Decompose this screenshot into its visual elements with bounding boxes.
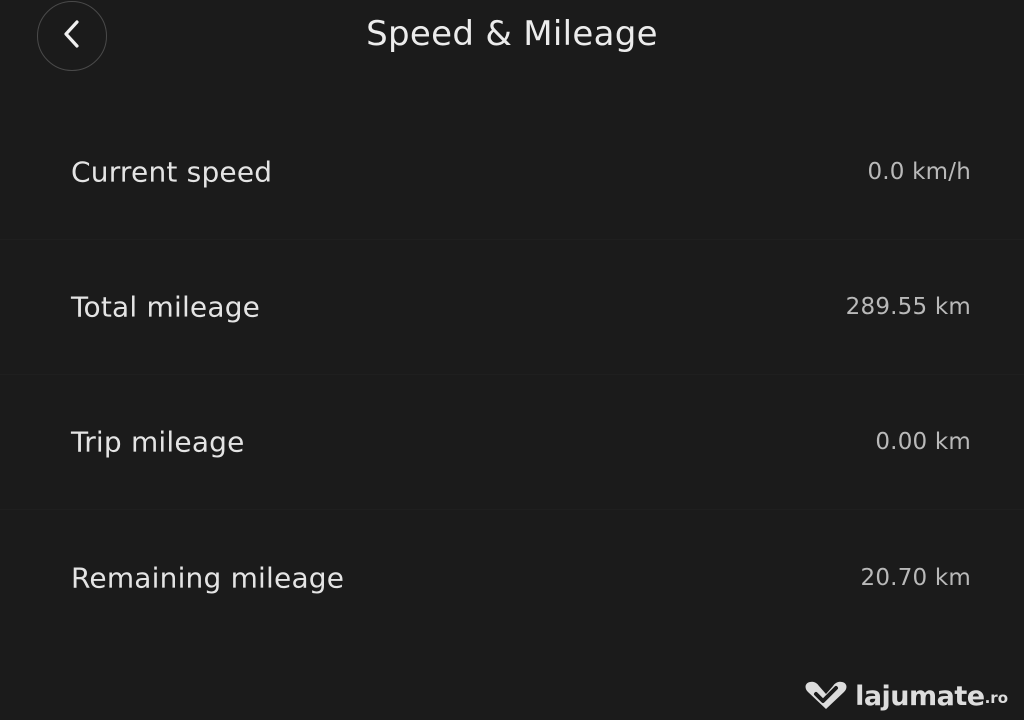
row-label: Current speed — [71, 155, 273, 189]
header: Speed & Mileage — [0, 0, 1024, 80]
row-label: Remaining mileage — [71, 561, 345, 594]
row-value: 20.70 km — [860, 564, 971, 591]
page-title: Speed & Mileage — [366, 14, 658, 54]
heart-check-logo-icon — [803, 680, 849, 712]
info-list: Current speed 0.0 km/h Total mileage 289… — [0, 105, 1024, 645]
speed-mileage-screen: Speed & Mileage Current speed 0.0 km/h T… — [0, 0, 1024, 720]
row-value: 289.55 km — [845, 294, 971, 320]
row-current-speed: Current speed 0.0 km/h — [0, 105, 1024, 240]
row-label: Total mileage — [71, 290, 261, 324]
row-value: 0.00 km — [875, 429, 971, 455]
watermark-tld: .ro — [984, 689, 1008, 707]
watermark: lajumate .ro — [803, 680, 1008, 712]
row-trip-mileage: Trip mileage 0.00 km — [0, 375, 1024, 510]
row-total-mileage: Total mileage 289.55 km — [0, 240, 1024, 375]
watermark-name: lajumate — [855, 680, 985, 712]
row-remaining-mileage: Remaining mileage 20.70 km — [0, 510, 1024, 645]
row-value: 0.0 km/h — [867, 159, 971, 185]
row-label: Trip mileage — [71, 425, 245, 459]
